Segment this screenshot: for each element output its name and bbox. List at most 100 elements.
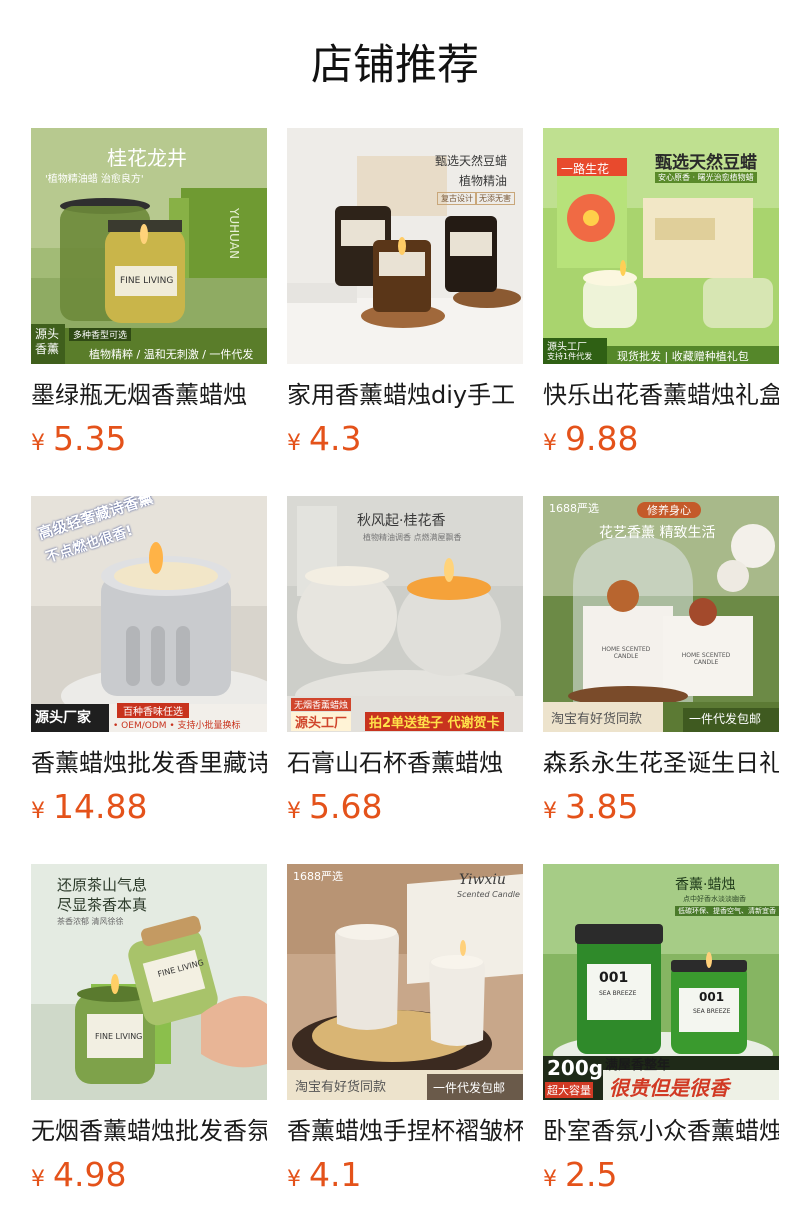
currency-symbol: ¥ (287, 431, 301, 456)
product-price: ¥4.1 (287, 1154, 523, 1196)
product-image[interactable]: 甄选天然豆蜡 植物精油 复古设计 无添无害 (287, 128, 523, 364)
jar-number: 001 (599, 970, 629, 986)
image-bottom-bar: • OEM/ODM • 支持小批量换标 (113, 721, 241, 731)
image-tag: 多种香型可选 (69, 328, 132, 341)
image-badge: 源头厂家 (35, 710, 91, 726)
jar-label: HOME SCENTED CANDLE (601, 646, 651, 660)
image-headline: 花艺香薰 精致生活 (599, 525, 716, 541)
product-image[interactable]: 甄选天然豆蜡 安心原香 · 曙光治愈植物蜡 一路生花 源头工厂 支持1件代发 现… (543, 128, 779, 364)
image-bottom-bar: 很贵但是很香 (609, 1076, 729, 1100)
product-price: ¥5.68 (287, 786, 523, 828)
product-card[interactable]: 秋风起·桂花香 植物精油调香 点燃满屋飘香 无烟香薰蜡烛 源头工厂 拍2单送垫子… (287, 496, 523, 828)
image-subtext: 植物精油 (459, 174, 508, 188)
image-badge-sub: 支持1件代发 (547, 352, 593, 361)
image-headline: 甄选天然豆蜡 (435, 154, 508, 168)
brand-subtext: Scented Candle (457, 890, 520, 899)
corner-badge: 1688严选 (549, 502, 599, 515)
product-card[interactable]: 甄选天然豆蜡 植物精油 复古设计 无添无害 家用香薰蜡烛diy手工 ¥4.3 (287, 128, 523, 460)
product-card[interactable]: 1688严选 修养身心 花艺香薰 精致生活 HOME SCENTED CANDL… (543, 496, 779, 828)
product-card[interactable]: 高级轻奢藏诗香薰 不点燃也很香! 源头厂家 百种香味任选 • OEM/ODM •… (31, 496, 267, 828)
price-value: 4.98 (53, 1155, 127, 1194)
image-ribbon: 满屋香整年 (605, 1058, 671, 1073)
product-card[interactable]: 还原茶山气息 尽显茶香本真 茶香浓郁 清风徐徐 FINE LIVING FINE… (31, 864, 267, 1196)
product-name[interactable]: 石膏山石杯香薰蜡烛 (287, 746, 523, 780)
box-text: YUHUAN (227, 208, 241, 260)
jar-label: FINE LIVING (95, 1032, 143, 1041)
product-card[interactable]: 甄选天然豆蜡 安心原香 · 曙光治愈植物蜡 一路生花 源头工厂 支持1件代发 现… (543, 128, 779, 460)
image-tag: 无添无害 (475, 192, 515, 205)
jar-text: SEA BREEZE (599, 990, 637, 997)
image-subtext: 茶香浓郁 清风徐徐 (57, 917, 124, 926)
currency-symbol: ¥ (543, 431, 557, 456)
product-name[interactable]: 香薰蜡烛手捏杯褶皱杯 (287, 1114, 523, 1148)
image-headline: 尽显茶香本真 (57, 896, 148, 914)
product-price: ¥5.35 (31, 418, 267, 460)
price-value: 3.85 (565, 787, 639, 826)
product-card[interactable]: 桂花龙井 '植物精油蜡 治愈良方' FINE LIVING YUHUAN 源头香… (31, 128, 267, 460)
image-headline: 还原茶山气息 (57, 876, 148, 894)
currency-symbol: ¥ (287, 1167, 301, 1192)
image-right-caption: 一件代发包邮 (689, 712, 762, 726)
image-subtext: 安心原香 · 曙光治愈植物蜡 (655, 172, 757, 183)
image-bottom-bar: 拍2单送垫子 代谢贺卡 (365, 712, 504, 731)
product-price: ¥2.5 (543, 1154, 779, 1196)
image-tag: 复古设计 (437, 192, 477, 205)
image-bottom-bar: 植物精粹 / 温和无刺激 / 一件代发 (89, 348, 254, 361)
image-left-caption: 淘宝有好货同款 (295, 1080, 387, 1095)
price-value: 14.88 (53, 787, 148, 826)
image-subtext: 点中好香水淡淡幽香 (683, 895, 746, 903)
product-price: ¥14.88 (31, 786, 267, 828)
image-headline: 香薰·蜡烛 (675, 877, 736, 893)
product-image[interactable]: 1688严选 修养身心 花艺香薰 精致生活 HOME SCENTED CANDL… (543, 496, 779, 732)
price-value: 9.88 (565, 419, 639, 458)
image-badge: 源头香薰 (35, 327, 60, 356)
jar-label: FINE LIVING (120, 276, 174, 286)
brand-mark: Yiwxiu (459, 872, 506, 888)
jar-label: HOME SCENTED CANDLE (681, 652, 731, 666)
currency-symbol: ¥ (31, 1167, 45, 1192)
product-grid: 桂花龙井 '植物精油蜡 治愈良方' FINE LIVING YUHUAN 源头香… (0, 0, 790, 1232)
product-image[interactable]: 还原茶山气息 尽显茶香本真 茶香浓郁 清风徐徐 FINE LIVING FINE… (31, 864, 267, 1100)
jar-text: SEA BREEZE (693, 1008, 731, 1015)
box-text: 一路生花 (561, 162, 610, 176)
product-image[interactable]: 1688严选 Yiwxiu Scented Candle 淘宝有好货同款 一件代… (287, 864, 523, 1100)
price-value: 5.35 (53, 419, 127, 458)
product-image[interactable]: 香薰·蜡烛 点中好香水淡淡幽香 低碳环保、提香空气、清新宜香 001 SEA B… (543, 864, 779, 1100)
image-tag: 百种香味任选 (117, 703, 189, 718)
product-name[interactable]: 快乐出花香薰蜡烛礼盒 (543, 378, 779, 412)
image-headline: 甄选天然豆蜡 (655, 153, 757, 173)
currency-symbol: ¥ (543, 799, 557, 824)
product-image[interactable]: 秋风起·桂花香 植物精油调香 点燃满屋飘香 无烟香薰蜡烛 源头工厂 拍2单送垫子… (287, 496, 523, 732)
product-name[interactable]: 家用香薰蜡烛diy手工 (287, 378, 523, 412)
product-name[interactable]: 森系永生花圣诞生日礼物 (543, 746, 779, 780)
price-value: 4.1 (309, 1155, 362, 1194)
product-name[interactable]: 无烟香薰蜡烛批发香氛 (31, 1114, 267, 1148)
currency-symbol: ¥ (543, 1167, 557, 1192)
jar-number: 001 (699, 990, 725, 1004)
product-price: ¥3.85 (543, 786, 779, 828)
price-value: 4.3 (309, 419, 362, 458)
image-headline: 桂花龙井 (107, 146, 187, 170)
corner-badge: 1688严选 (293, 870, 343, 883)
product-card[interactable]: 香薰·蜡烛 点中好香水淡淡幽香 低碳环保、提香空气、清新宜香 001 SEA B… (543, 864, 779, 1196)
image-left-caption: 淘宝有好货同款 (551, 712, 643, 727)
currency-symbol: ¥ (31, 431, 45, 456)
product-image[interactable]: 桂花龙井 '植物精油蜡 治愈良方' FINE LIVING YUHUAN 源头香… (31, 128, 267, 364)
image-bottom-bar: 现货批发 | 收藏赠种植礼包 (617, 350, 749, 363)
price-value: 5.68 (309, 787, 383, 826)
image-badge: 源头工厂 (291, 712, 352, 731)
product-image[interactable]: 高级轻奢藏诗香薰 不点燃也很香! 源头厂家 百种香味任选 • OEM/ODM •… (31, 496, 267, 732)
product-card[interactable]: 1688严选 Yiwxiu Scented Candle 淘宝有好货同款 一件代… (287, 864, 523, 1196)
capacity-badge: 200g (547, 1056, 604, 1080)
image-subtext: 植物精油调香 点燃满屋飘香 (363, 533, 462, 542)
product-name[interactable]: 墨绿瓶无烟香薰蜡烛 (31, 378, 267, 412)
product-price: ¥9.88 (543, 418, 779, 460)
product-name[interactable]: 卧室香氛小众香薰蜡烛 (543, 1114, 779, 1148)
image-tag: 低碳环保、提香空气、清新宜香 (675, 906, 779, 916)
capacity-sub: 超大容量 (545, 1082, 593, 1098)
product-name[interactable]: 香薰蜡烛批发香里藏诗 (31, 746, 267, 780)
image-right-caption: 一件代发包邮 (433, 1081, 506, 1095)
price-value: 2.5 (565, 1155, 618, 1194)
currency-symbol: ¥ (287, 799, 301, 824)
image-subtext: '植物精油蜡 治愈良方' (45, 174, 144, 185)
